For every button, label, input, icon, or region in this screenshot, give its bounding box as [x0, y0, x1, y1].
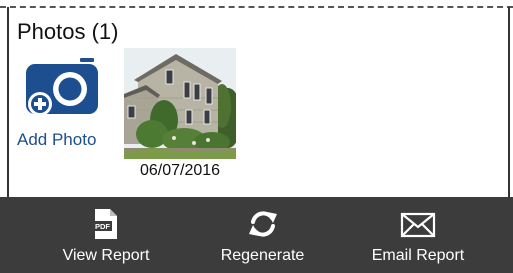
photo-thumbnail[interactable] — [124, 48, 236, 159]
camera-plus-icon — [26, 58, 98, 116]
view-report-label: View Report — [62, 247, 150, 264]
pdf-document-icon: PDF — [93, 209, 117, 239]
envelope-icon — [400, 212, 436, 238]
top-dashed-border — [0, 6, 513, 8]
regenerate-label: Regenerate — [220, 247, 305, 264]
regenerate-button[interactable]: Regenerate — [210, 197, 315, 273]
left-border — [7, 7, 9, 197]
right-border — [508, 7, 510, 197]
view-report-button[interactable]: PDF View Report — [50, 197, 162, 273]
pdf-icon-text: PDF — [95, 222, 110, 231]
bottom-toolbar: PDF View Report Regenerate Email Report — [0, 197, 513, 273]
refresh-icon — [249, 211, 277, 237]
add-photo-label: Add Photo — [17, 130, 97, 149]
house-photo — [124, 48, 236, 159]
photo-date: 06/07/2016 — [139, 162, 221, 179]
email-report-label: Email Report — [371, 247, 465, 264]
email-report-button[interactable]: Email Report — [358, 197, 478, 273]
add-photo-button[interactable]: Add Photo — [12, 54, 112, 154]
photos-section-title: Photos (1) — [17, 19, 119, 44]
